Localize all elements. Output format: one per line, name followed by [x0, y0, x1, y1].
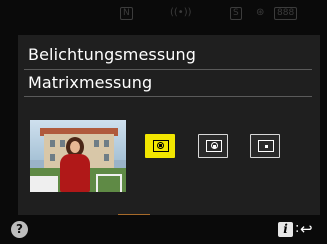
divider [24, 69, 312, 70]
thumb-window [104, 140, 109, 147]
preview-thumbnail [30, 120, 126, 192]
thumb-table [30, 176, 58, 192]
thumb-person-face [70, 141, 80, 153]
center-weighted-dot [212, 144, 216, 148]
status-item-s: S [230, 7, 242, 20]
thumb-window [104, 154, 109, 161]
status-item-left-label: N [123, 8, 130, 18]
vr-icon: ((•)) [170, 7, 192, 18]
center-weighted-metering-icon [206, 140, 222, 152]
info-key-label: i [283, 222, 288, 236]
thumb-chair [96, 174, 122, 192]
menu-value: Matrixmessung [28, 73, 153, 92]
thumb-person-dress [60, 154, 90, 192]
battery-label: 888 [277, 8, 295, 18]
thumb-window [94, 140, 99, 147]
metering-menu-panel: Belichtungsmessung Matrixmessung [18, 35, 320, 215]
battery-icon: 888 [274, 7, 298, 20]
camera-screen: N ((•)) S ⊛ 888 Belichtungsmessung Matri… [0, 0, 327, 244]
divider [24, 96, 312, 97]
status-item-s-label: S [233, 8, 239, 18]
status-bar: N ((•)) S ⊛ 888 [110, 4, 320, 26]
status-item-left: N [120, 7, 133, 20]
scroll-indicator [118, 214, 150, 215]
thumb-window [50, 140, 55, 147]
spot-metering-icon [258, 140, 274, 152]
spot-metering-option[interactable] [250, 134, 280, 158]
spot-metering-dot [264, 144, 268, 148]
matrix-metering-option[interactable] [145, 134, 175, 158]
help-icon[interactable]: ? [11, 221, 28, 238]
wifi-icon: ⊛ [256, 7, 265, 18]
thumb-window [50, 154, 55, 161]
matrix-metering-icon [153, 140, 169, 152]
matrix-metering-dot [159, 144, 162, 147]
thumb-window [60, 140, 65, 147]
back-icon: ↩ [300, 220, 313, 238]
center-weighted-metering-option[interactable] [198, 134, 228, 158]
menu-title: Belichtungsmessung [28, 45, 197, 64]
hint-separator: : [295, 221, 300, 236]
info-key-icon: i [278, 222, 293, 237]
help-label: ? [16, 222, 23, 236]
